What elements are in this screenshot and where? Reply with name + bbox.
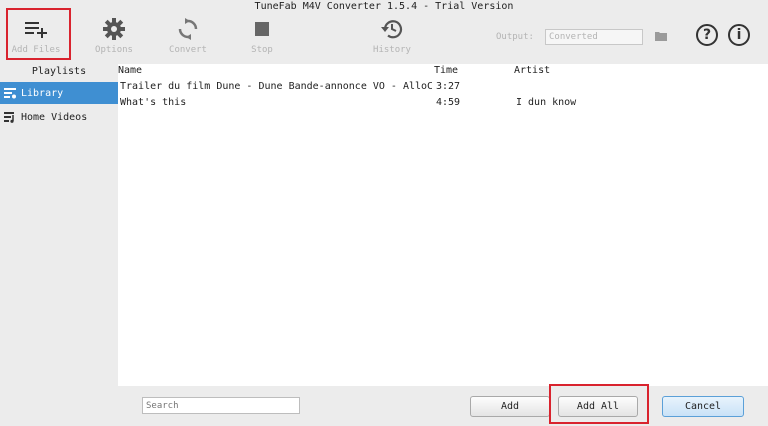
table-row[interactable]: What's this 4:59 I dun know (118, 95, 768, 111)
sidebar-item-label: Library (21, 87, 64, 99)
options-label: Options (95, 45, 133, 55)
convert-label: Convert (169, 45, 207, 55)
add-files-highlight (6, 8, 71, 60)
bottom-bar (0, 386, 768, 426)
stop-button[interactable]: Stop (226, 14, 298, 62)
toolbar: Add Files Options Convert Stop History (0, 14, 768, 64)
playlists-header: Playlists (31, 66, 87, 77)
options-button[interactable]: Options (78, 14, 150, 62)
row-name: Trailer du film Dune - Dune Bande-annonc… (120, 81, 432, 92)
help-button[interactable]: ? (696, 24, 718, 46)
output-label: Output: (496, 32, 534, 42)
add-all-highlight (549, 384, 649, 424)
convert-button[interactable]: Convert (152, 14, 224, 62)
history-icon (356, 14, 428, 44)
output-folder-field[interactable]: Converted (545, 29, 643, 45)
window-title: TuneFab M4V Converter 1.5.4 - Trial Vers… (254, 1, 514, 12)
history-button[interactable]: History (356, 14, 428, 62)
info-button[interactable]: i (728, 24, 750, 46)
column-header-name[interactable]: Name (118, 65, 142, 76)
row-time: 4:59 (436, 97, 461, 108)
video-list: Name Time Artist Trailer du film Dune - … (118, 64, 768, 386)
sidebar-item-home-videos[interactable]: Home Videos (0, 106, 118, 128)
column-header-artist[interactable]: Artist (514, 65, 550, 76)
library-icon (3, 86, 17, 100)
home-videos-icon (3, 110, 17, 124)
sidebar-item-library[interactable]: Library (0, 82, 118, 104)
sidebar-item-label: Home Videos (21, 111, 88, 123)
cancel-button[interactable]: Cancel (662, 396, 744, 417)
search-input[interactable] (142, 397, 300, 414)
playlists-sidebar: Playlists Library Home Videos (0, 64, 118, 386)
gear-icon (78, 14, 150, 44)
column-header-time[interactable]: Time (434, 65, 458, 76)
add-button[interactable]: Add (470, 396, 550, 417)
stop-icon (226, 14, 298, 44)
convert-icon (152, 14, 224, 44)
stop-label: Stop (251, 45, 273, 55)
folder-icon[interactable] (655, 31, 667, 44)
row-time: 3:27 (436, 81, 461, 92)
row-name: What's this (120, 97, 187, 108)
history-label: History (373, 45, 411, 55)
table-row[interactable]: Trailer du film Dune - Dune Bande-annonc… (118, 79, 768, 95)
row-artist: I dun know (516, 97, 577, 108)
